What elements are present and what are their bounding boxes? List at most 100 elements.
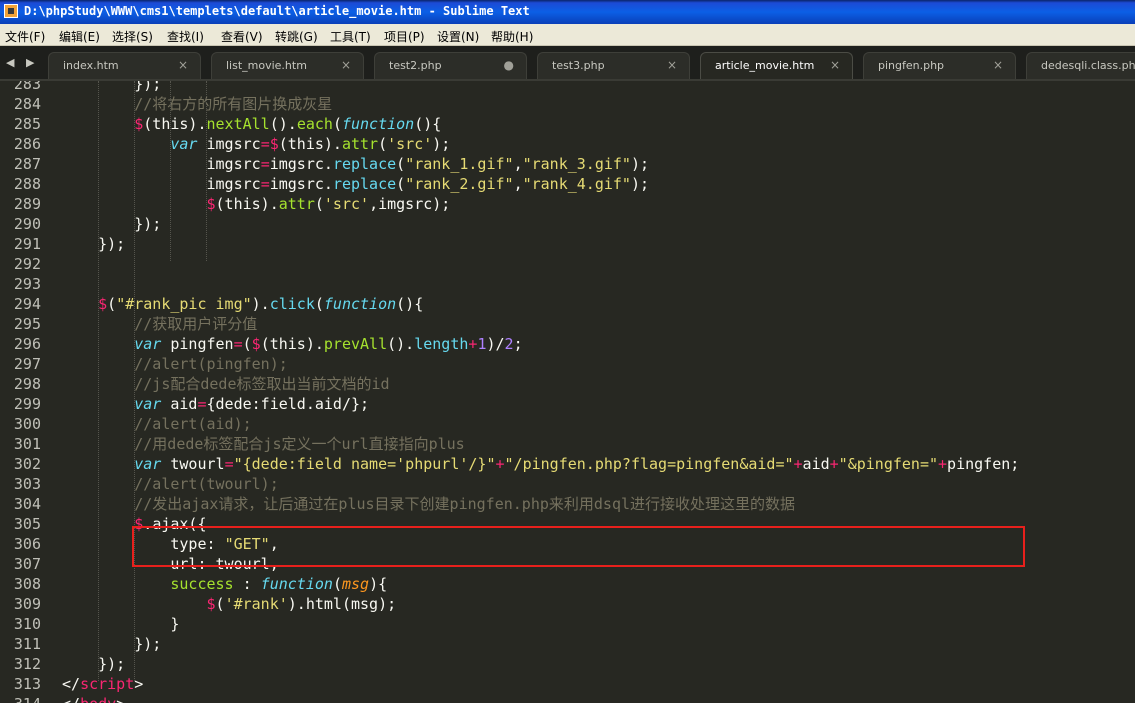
code-line[interactable]: //用dede标签配合js定义一个url直接指向plus	[62, 434, 464, 454]
code-line[interactable]: });	[62, 81, 161, 94]
code-token: prevAll	[323, 335, 388, 353]
code-token: );	[432, 135, 451, 153]
code-line[interactable]: $('#rank').html(msg);	[62, 594, 397, 614]
line-number: 289	[13, 195, 41, 213]
code-token: ().	[269, 115, 297, 133]
code-editor[interactable]: 283 284 285 286 287 288 289 290 291 292 293 294 295 2…	[0, 81, 1135, 703]
code-area[interactable]: }); //将右方的所有图片换成灰星 $(this).nextAll().eac…	[62, 81, 1135, 703]
code-line[interactable]: }	[62, 614, 179, 634]
line-number: 305	[13, 515, 41, 533]
close-icon[interactable]: ×	[993, 58, 1003, 72]
code-line[interactable]: imgsrc=imgsrc.replace("rank_2.gif","rank…	[62, 174, 649, 194]
code-token: });	[62, 235, 126, 253]
tab-5[interactable]: pingfen.php ×	[863, 52, 1016, 79]
code-line[interactable]: var pingfen=($(this).prevAll().length+1)…	[62, 334, 522, 354]
code-line[interactable]: //js配合dede标签取出当前文档的id	[62, 374, 390, 394]
code-line[interactable]: $(this).attr('src',imgsrc);	[62, 194, 451, 214]
code-token: }	[62, 615, 180, 633]
line-number: 283	[13, 81, 41, 93]
code-token: var	[170, 135, 198, 153]
code-line[interactable]: </script>	[62, 674, 143, 694]
code-token: );	[630, 155, 650, 173]
code-token: pingfen;	[947, 455, 1020, 473]
code-token: :	[233, 575, 261, 593]
code-token: //获取用户评分值	[62, 315, 258, 333]
code-token: $	[206, 595, 216, 613]
tab-nav-arrows[interactable]: ◀ ▶	[6, 56, 38, 69]
code-line[interactable]: $("#rank_pic img").click(function(){	[62, 294, 423, 314]
code-token: (	[107, 295, 117, 313]
line-number: 287	[13, 155, 41, 173]
code-line[interactable]: </body>	[62, 694, 125, 703]
code-token: function	[323, 295, 397, 313]
close-icon[interactable]: ×	[830, 58, 840, 72]
code-line[interactable]: });	[62, 214, 161, 234]
code-line[interactable]: imgsrc=imgsrc.replace("rank_1.gif","rank…	[62, 154, 649, 174]
code-line[interactable]: success : function(msg){	[62, 574, 387, 594]
code-token: $	[251, 335, 261, 353]
menu-item-3[interactable]: 查找(I)	[167, 28, 204, 45]
line-number: 303	[13, 475, 41, 493]
close-icon[interactable]: ×	[667, 58, 677, 72]
code-line[interactable]: });	[62, 654, 125, 674]
code-line[interactable]: var imgsrc=$(this).attr('src');	[62, 134, 450, 154]
line-number: 296	[13, 335, 41, 353]
code-line[interactable]: });	[62, 234, 125, 254]
code-token: ,imgsrc);	[369, 195, 451, 213]
code-token: =	[197, 395, 207, 413]
code-token: imgsrc	[62, 175, 261, 193]
code-token: attr	[341, 135, 379, 153]
code-token: "rank_1.gif"	[405, 155, 514, 173]
code-token: "&pingfen="	[838, 455, 939, 473]
tab-label: test2.php	[389, 59, 442, 72]
sublime-text-app-icon	[4, 4, 18, 18]
code-line[interactable]: //将右方的所有图片换成灰星	[62, 94, 332, 114]
code-token: (this).	[143, 115, 207, 133]
menu-item-5[interactable]: 转跳(G)	[275, 28, 318, 45]
code-token: var	[134, 455, 162, 473]
tab-3[interactable]: test3.php ×	[537, 52, 690, 79]
tab-2[interactable]: test2.php ●	[374, 52, 527, 79]
line-number: 284	[13, 95, 41, 113]
code-token: +	[938, 455, 948, 473]
code-token: (this).	[278, 135, 342, 153]
tab-label: list_movie.htm	[226, 59, 307, 72]
menu-item-7[interactable]: 项目(P)	[384, 28, 425, 45]
menu-item-1[interactable]: 编辑(E)	[59, 28, 100, 45]
code-token: (	[215, 595, 225, 613]
code-line[interactable]: //获取用户评分值	[62, 314, 257, 334]
code-line[interactable]: var twourl="{dede:field name='phpurl'/}"…	[62, 454, 1019, 474]
code-line[interactable]: //alert(pingfen);	[62, 354, 288, 374]
code-token: //js配合dede标签取出当前文档的id	[62, 375, 390, 393]
code-line[interactable]: $(this).nextAll().each(function(){	[62, 114, 441, 134]
code-line[interactable]: var aid={dede:field.aid/};	[62, 394, 369, 414]
code-token: $	[269, 135, 279, 153]
code-token: =	[260, 155, 270, 173]
close-icon[interactable]: ×	[178, 58, 188, 72]
line-number: 290	[13, 215, 41, 233]
line-number: 310	[13, 615, 41, 633]
menu-item-4[interactable]: 查看(V)	[221, 28, 263, 45]
line-number: 288	[13, 175, 41, 193]
unsaved-dot-icon[interactable]: ●	[504, 58, 514, 72]
menu-item-8[interactable]: 设置(N)	[437, 28, 479, 45]
code-token: });	[62, 635, 162, 653]
menu-item-9[interactable]: 帮助(H)	[491, 28, 533, 45]
window-title: D:\phpStudy\WWW\cms1\templets\default\ar…	[24, 4, 530, 18]
line-number: 300	[13, 415, 41, 433]
code-line[interactable]: //alert(twourl);	[62, 474, 279, 494]
code-token: (this).	[215, 195, 279, 213]
tab-1[interactable]: list_movie.htm ×	[211, 52, 364, 79]
code-line[interactable]: });	[62, 634, 161, 654]
menu-item-0[interactable]: 文件(F)	[5, 28, 45, 45]
tab-6[interactable]: dedesqli.class.php	[1026, 52, 1135, 79]
code-line[interactable]: //alert(aid);	[62, 414, 251, 434]
code-token: pingfen	[161, 335, 234, 353]
close-icon[interactable]: ×	[341, 58, 351, 72]
menu-item-6[interactable]: 工具(T)	[330, 28, 371, 45]
tab-4[interactable]: article_movie.htm ×	[700, 52, 853, 79]
tab-0[interactable]: index.htm ×	[48, 52, 201, 79]
menu-item-2[interactable]: 选择(S)	[112, 28, 153, 45]
code-line[interactable]: //发出ajax请求，让后通过在plus目录下创建pingfen.php来利用d…	[62, 494, 795, 514]
menu-bar: 文件(F) 编辑(E) 选择(S) 查找(I) 查看(V) 转跳(G) 工具(T) 项目(P)…	[0, 24, 1135, 46]
